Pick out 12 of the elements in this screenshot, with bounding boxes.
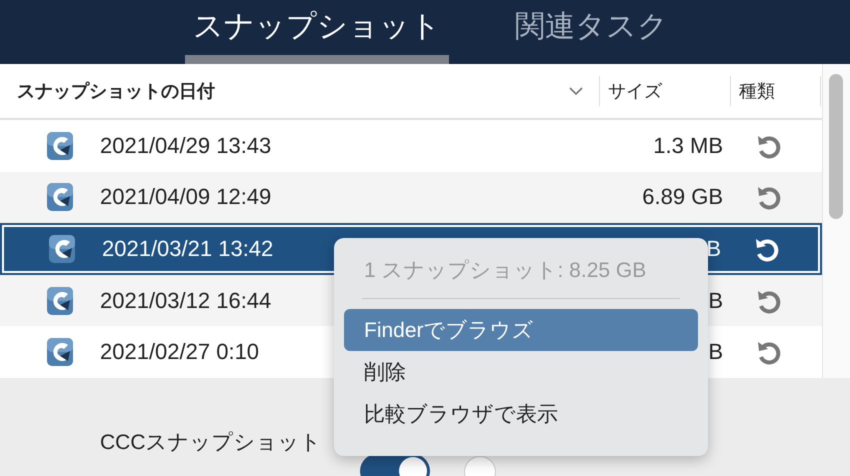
setting-label: CCCスナップショット (100, 430, 322, 456)
snapshot-size: B (708, 288, 723, 314)
snapshot-date: 2021/04/09 12:49 (100, 184, 272, 210)
snapshot-date: 2021/03/12 16:44 (100, 288, 272, 314)
snapshot-date: 2021/02/27 0:10 (100, 339, 260, 366)
snapshot-date: 2021/03/21 13:42 (102, 236, 274, 262)
menu-header: 1 スナップショット: 8.25 GB (363, 258, 648, 284)
snapshot-size: B (708, 339, 723, 366)
snapshot-size: 6.89 GB (642, 184, 723, 210)
snapshot-size: 1.3 MB (653, 132, 723, 159)
snapshot-date: 2021/04/29 13:43 (100, 132, 272, 159)
snapshot-size: B (706, 236, 721, 262)
